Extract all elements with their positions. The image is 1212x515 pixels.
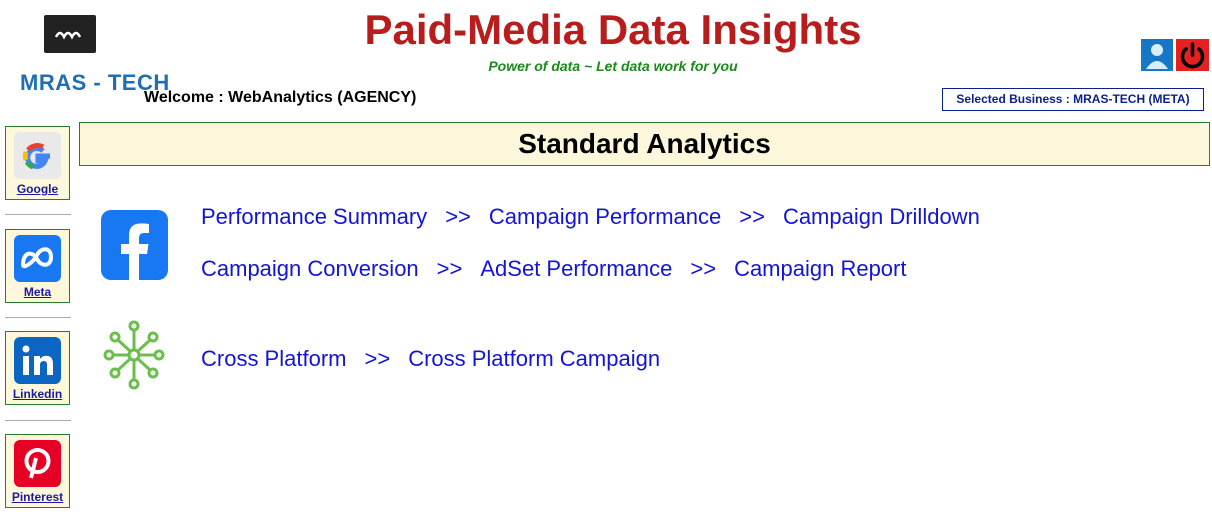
sidebar-item-label[interactable]: Google — [6, 182, 69, 196]
tagline: Power of data ~ Let data work for you — [488, 58, 738, 74]
user-profile-button[interactable] — [1141, 39, 1173, 71]
link-campaign-performance[interactable]: Campaign Performance — [489, 204, 721, 229]
welcome-text: Welcome : WebAnalytics (AGENCY) — [144, 89, 417, 106]
logout-button[interactable] — [1176, 39, 1209, 71]
separator: >> — [445, 204, 471, 229]
link-cross-platform[interactable]: Cross Platform — [201, 346, 346, 371]
divider — [5, 214, 71, 215]
link-campaign-report[interactable]: Campaign Report — [734, 256, 906, 281]
separator: >> — [739, 204, 765, 229]
page-title: Paid-Media Data Insights — [364, 6, 862, 53]
power-icon — [1180, 42, 1205, 69]
sidebar-item-linkedin[interactable]: Linkedin — [5, 331, 70, 405]
link-cross-platform-campaign[interactable]: Cross Platform Campaign — [408, 346, 660, 371]
pinterest-icon — [14, 440, 61, 487]
user-icon — [1146, 44, 1168, 69]
sidebar-item-pinterest[interactable]: Pinterest — [5, 434, 70, 508]
facebook-links-row-1: Performance Summary >> Campaign Performanc… — [201, 204, 980, 230]
facebook-links-row-2: Campaign Conversion >> AdSet Performance >>… — [201, 256, 907, 282]
divider — [5, 420, 71, 421]
sidebar-item-label[interactable]: Linkedin — [6, 387, 69, 401]
separator: >> — [690, 256, 717, 281]
meta-icon — [14, 235, 61, 282]
separator: >> — [364, 346, 391, 371]
cross-platform-network-icon — [101, 318, 167, 392]
facebook-icon — [101, 210, 168, 280]
separator: >> — [436, 256, 463, 281]
link-performance-summary[interactable]: Performance Summary — [201, 204, 427, 229]
section-banner: Standard Analytics — [79, 122, 1210, 166]
linkedin-icon — [14, 337, 61, 384]
sidebar-item-label[interactable]: Meta — [6, 285, 69, 299]
sidebar-item-label[interactable]: Pinterest — [6, 490, 69, 504]
link-campaign-conversion[interactable]: Campaign Conversion — [201, 256, 419, 281]
link-adset-performance[interactable]: AdSet Performance — [480, 256, 672, 281]
sidebar-item-google[interactable]: Google — [5, 126, 70, 200]
divider — [5, 317, 71, 318]
google-icon — [14, 132, 61, 179]
sidebar-item-meta[interactable]: Meta — [5, 229, 70, 303]
selected-business-badge: Selected Business : MRAS-TECH (META) — [942, 88, 1204, 111]
cross-platform-links-row: Cross Platform >> Cross Platform Campaign — [201, 346, 660, 372]
link-campaign-drilldown[interactable]: Campaign Drilldown — [783, 204, 980, 229]
